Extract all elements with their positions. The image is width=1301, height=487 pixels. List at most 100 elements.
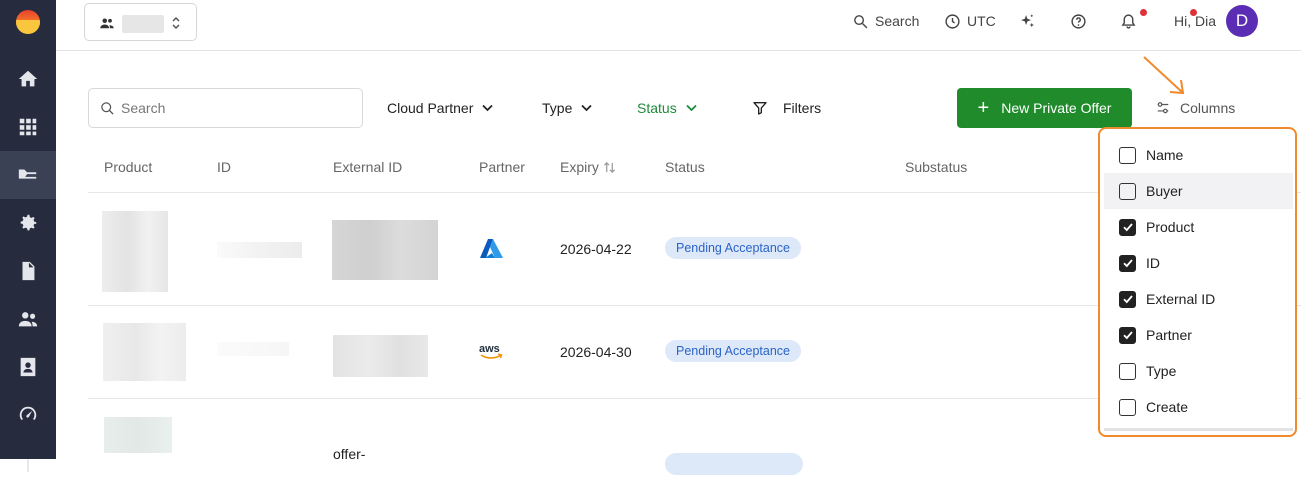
checkmark-icon xyxy=(1122,331,1133,340)
columns-menu-item-external-id[interactable]: External ID xyxy=(1104,281,1293,317)
sort-icon[interactable] xyxy=(603,161,616,174)
ai-sparkle-button[interactable] xyxy=(1019,11,1042,31)
checkbox[interactable] xyxy=(1119,398,1136,416)
columns-menu-item-buyer[interactable]: Buyer xyxy=(1104,173,1293,209)
new-private-offer-label: New Private Offer xyxy=(1001,100,1112,116)
timezone-button[interactable]: UTC xyxy=(944,11,996,31)
status-badge: Pending Acceptance xyxy=(665,237,801,259)
notifications-button[interactable] xyxy=(1120,11,1143,31)
help-icon xyxy=(1071,13,1086,29)
offers-icon[interactable] xyxy=(0,151,56,199)
columns-menu-item-id[interactable]: ID xyxy=(1104,245,1293,281)
chevron-updown-icon xyxy=(172,16,180,30)
column-header-status[interactable]: Status xyxy=(665,159,705,175)
columns-button[interactable]: Columns xyxy=(1156,98,1235,118)
columns-menu-item-product[interactable]: Product xyxy=(1104,209,1293,245)
columns-menu-label: External ID xyxy=(1146,291,1216,307)
document-icon[interactable] xyxy=(0,247,56,295)
avatar[interactable]: D xyxy=(1226,5,1258,37)
checkbox[interactable] xyxy=(1119,146,1136,164)
sliders-icon xyxy=(1157,102,1169,114)
top-bar: Search UTC Hi, Dia D xyxy=(56,0,1301,51)
workspace-selector[interactable] xyxy=(84,3,197,41)
azure-logo-icon xyxy=(480,239,503,258)
checkbox-checked[interactable] xyxy=(1119,326,1136,344)
checkmark-icon xyxy=(1122,223,1133,232)
column-header-id[interactable]: ID xyxy=(217,159,231,175)
contacts-book-icon[interactable] xyxy=(0,343,56,391)
columns-menu-item-type[interactable]: Type xyxy=(1104,353,1293,389)
status-filter[interactable]: Status xyxy=(637,98,697,118)
type-filter[interactable]: Type xyxy=(542,98,592,118)
apps-grid-icon[interactable] xyxy=(0,103,56,151)
checkmark-icon xyxy=(1122,259,1133,268)
global-search-label: Search xyxy=(875,13,920,29)
status-label: Status xyxy=(637,100,677,116)
checkbox-checked[interactable] xyxy=(1119,254,1136,272)
more-icon[interactable] xyxy=(0,439,56,487)
new-private-offer-button[interactable]: + New Private Offer xyxy=(957,88,1132,128)
search-icon xyxy=(101,102,114,115)
clock-icon xyxy=(945,13,960,29)
filter-funnel-icon xyxy=(753,102,767,115)
columns-menu-label: Name xyxy=(1146,147,1184,163)
settings-gear-icon[interactable] xyxy=(0,199,56,247)
column-header-external-id[interactable]: External ID xyxy=(333,159,402,175)
workspace-name-redacted xyxy=(122,15,164,33)
filters-button[interactable]: Filters xyxy=(752,98,821,118)
annotation-arrow-icon xyxy=(1143,56,1185,95)
home-icon[interactable] xyxy=(0,55,56,103)
expiry-date: 2026-04-30 xyxy=(560,344,632,360)
checkmark-icon xyxy=(1122,295,1133,304)
checkbox-checked[interactable] xyxy=(1119,290,1136,308)
columns-menu-label: Create xyxy=(1146,399,1189,415)
help-button[interactable] xyxy=(1070,11,1093,31)
status-badge: Pending Acceptance xyxy=(665,340,801,362)
search-input[interactable] xyxy=(121,97,351,119)
external-id-redacted xyxy=(333,335,428,377)
product-image-redacted xyxy=(104,417,172,453)
columns-menu-label: Product xyxy=(1146,219,1195,235)
chevron-down-icon xyxy=(581,104,592,112)
columns-menu-item-partner[interactable]: Partner xyxy=(1104,317,1293,353)
columns-menu-label: Type xyxy=(1146,363,1177,379)
columns-menu-scrollbar[interactable] xyxy=(1104,428,1293,431)
column-header-partner[interactable]: Partner xyxy=(479,159,525,175)
chevron-down-icon xyxy=(482,104,494,112)
app-logo[interactable] xyxy=(16,10,40,34)
user-greeting[interactable]: Hi, Dia xyxy=(1174,11,1216,31)
search-field[interactable] xyxy=(88,88,363,128)
team-icon xyxy=(100,18,114,29)
type-label: Type xyxy=(542,100,573,116)
cloud-partner-label: Cloud Partner xyxy=(387,100,474,116)
cloud-partner-filter[interactable]: Cloud Partner xyxy=(387,98,494,118)
id-redacted xyxy=(217,242,302,258)
external-id-text: offer- xyxy=(333,446,366,462)
external-id-redacted xyxy=(332,220,438,280)
columns-label: Columns xyxy=(1180,100,1236,116)
speedometer-icon[interactable] xyxy=(0,391,56,439)
columns-menu-item-name[interactable]: Name xyxy=(1104,137,1293,173)
column-header-expiry[interactable]: Expiry xyxy=(560,159,616,175)
plus-icon: + xyxy=(977,97,990,119)
sidebar xyxy=(0,0,56,473)
sparkle-icon xyxy=(1021,13,1034,27)
columns-menu-label: Partner xyxy=(1146,327,1192,343)
checkbox[interactable] xyxy=(1119,362,1136,380)
filters-label: Filters xyxy=(783,100,822,116)
column-header-substatus[interactable]: Substatus xyxy=(905,159,967,175)
checkbox-checked[interactable] xyxy=(1119,218,1136,236)
timezone-label: UTC xyxy=(967,13,996,29)
users-icon[interactable] xyxy=(0,295,56,343)
product-image-redacted xyxy=(103,323,186,381)
column-header-product[interactable]: Product xyxy=(104,159,152,175)
status-badge xyxy=(665,453,803,475)
columns-menu-item-create[interactable]: Create xyxy=(1104,389,1293,425)
svg-text:aws: aws xyxy=(479,343,500,355)
chevron-down-icon xyxy=(686,104,697,112)
greeting-text: Hi, Dia xyxy=(1174,13,1217,29)
columns-menu: Name Buyer Product ID External ID Partne… xyxy=(1098,127,1297,437)
global-search-button[interactable]: Search xyxy=(852,11,919,31)
checkbox[interactable] xyxy=(1119,182,1136,200)
product-image-redacted xyxy=(102,211,168,292)
